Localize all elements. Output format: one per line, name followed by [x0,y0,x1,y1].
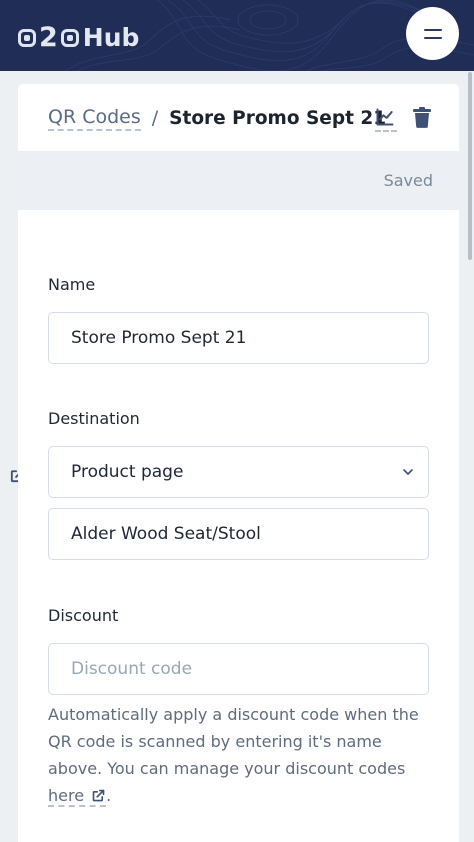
logo-ring-right [60,29,79,47]
chart-line-icon [376,108,394,126]
discount-help-end: . [106,786,112,805]
external-link-icon [92,789,105,802]
chevron-down-icon [403,469,413,475]
hamburger-icon [423,28,442,39]
name-input[interactable]: Store Promo Sept 21 [48,312,429,364]
logo-ring-left [18,29,36,47]
logo-hub: Hub [82,23,140,52]
manage-discounts-link-label: here [48,786,85,805]
save-status-bar: Saved [18,151,459,210]
page-scrollbar[interactable] [468,72,472,260]
delete-button[interactable] [413,107,435,129]
trash-icon [413,107,431,128]
name-label: Name [48,275,96,294]
destination-label: Destination [48,409,140,428]
destination-select[interactable]: Product page [48,446,429,498]
breadcrumb-qr-codes-link[interactable]: QR Codes [48,105,141,131]
breadcrumb-separator: / [151,107,159,129]
discount-help-body: Automatically apply a discount code when… [48,705,419,778]
discount-code-placeholder: Discount code [71,659,193,679]
app-logo[interactable]: 2 Hub [18,20,139,56]
logo-two: 2 [39,22,58,53]
destination-selected-value: Product page [71,462,184,482]
menu-button[interactable] [406,7,459,60]
discount-help-text: Automatically apply a discount code when… [48,701,438,809]
qr-code-editor-card: QR Codes / Store Promo Sept 21 Saved Nam… [18,84,459,842]
discount-code-input[interactable]: Discount code [48,643,429,695]
breadcrumb: QR Codes / Store Promo Sept 21 [48,104,386,132]
product-input-value: Alder Wood Seat/Stool [71,524,261,544]
analytics-button[interactable] [375,107,397,132]
product-input[interactable]: Alder Wood Seat/Stool [48,508,429,560]
top-navigation-bar: 2 Hub [0,0,474,71]
save-status: Saved [383,171,433,190]
name-input-value: Store Promo Sept 21 [71,328,247,348]
manage-discounts-link[interactable]: here [48,786,107,807]
discount-label: Discount [48,606,119,625]
page-title: Store Promo Sept 21 [169,107,387,129]
